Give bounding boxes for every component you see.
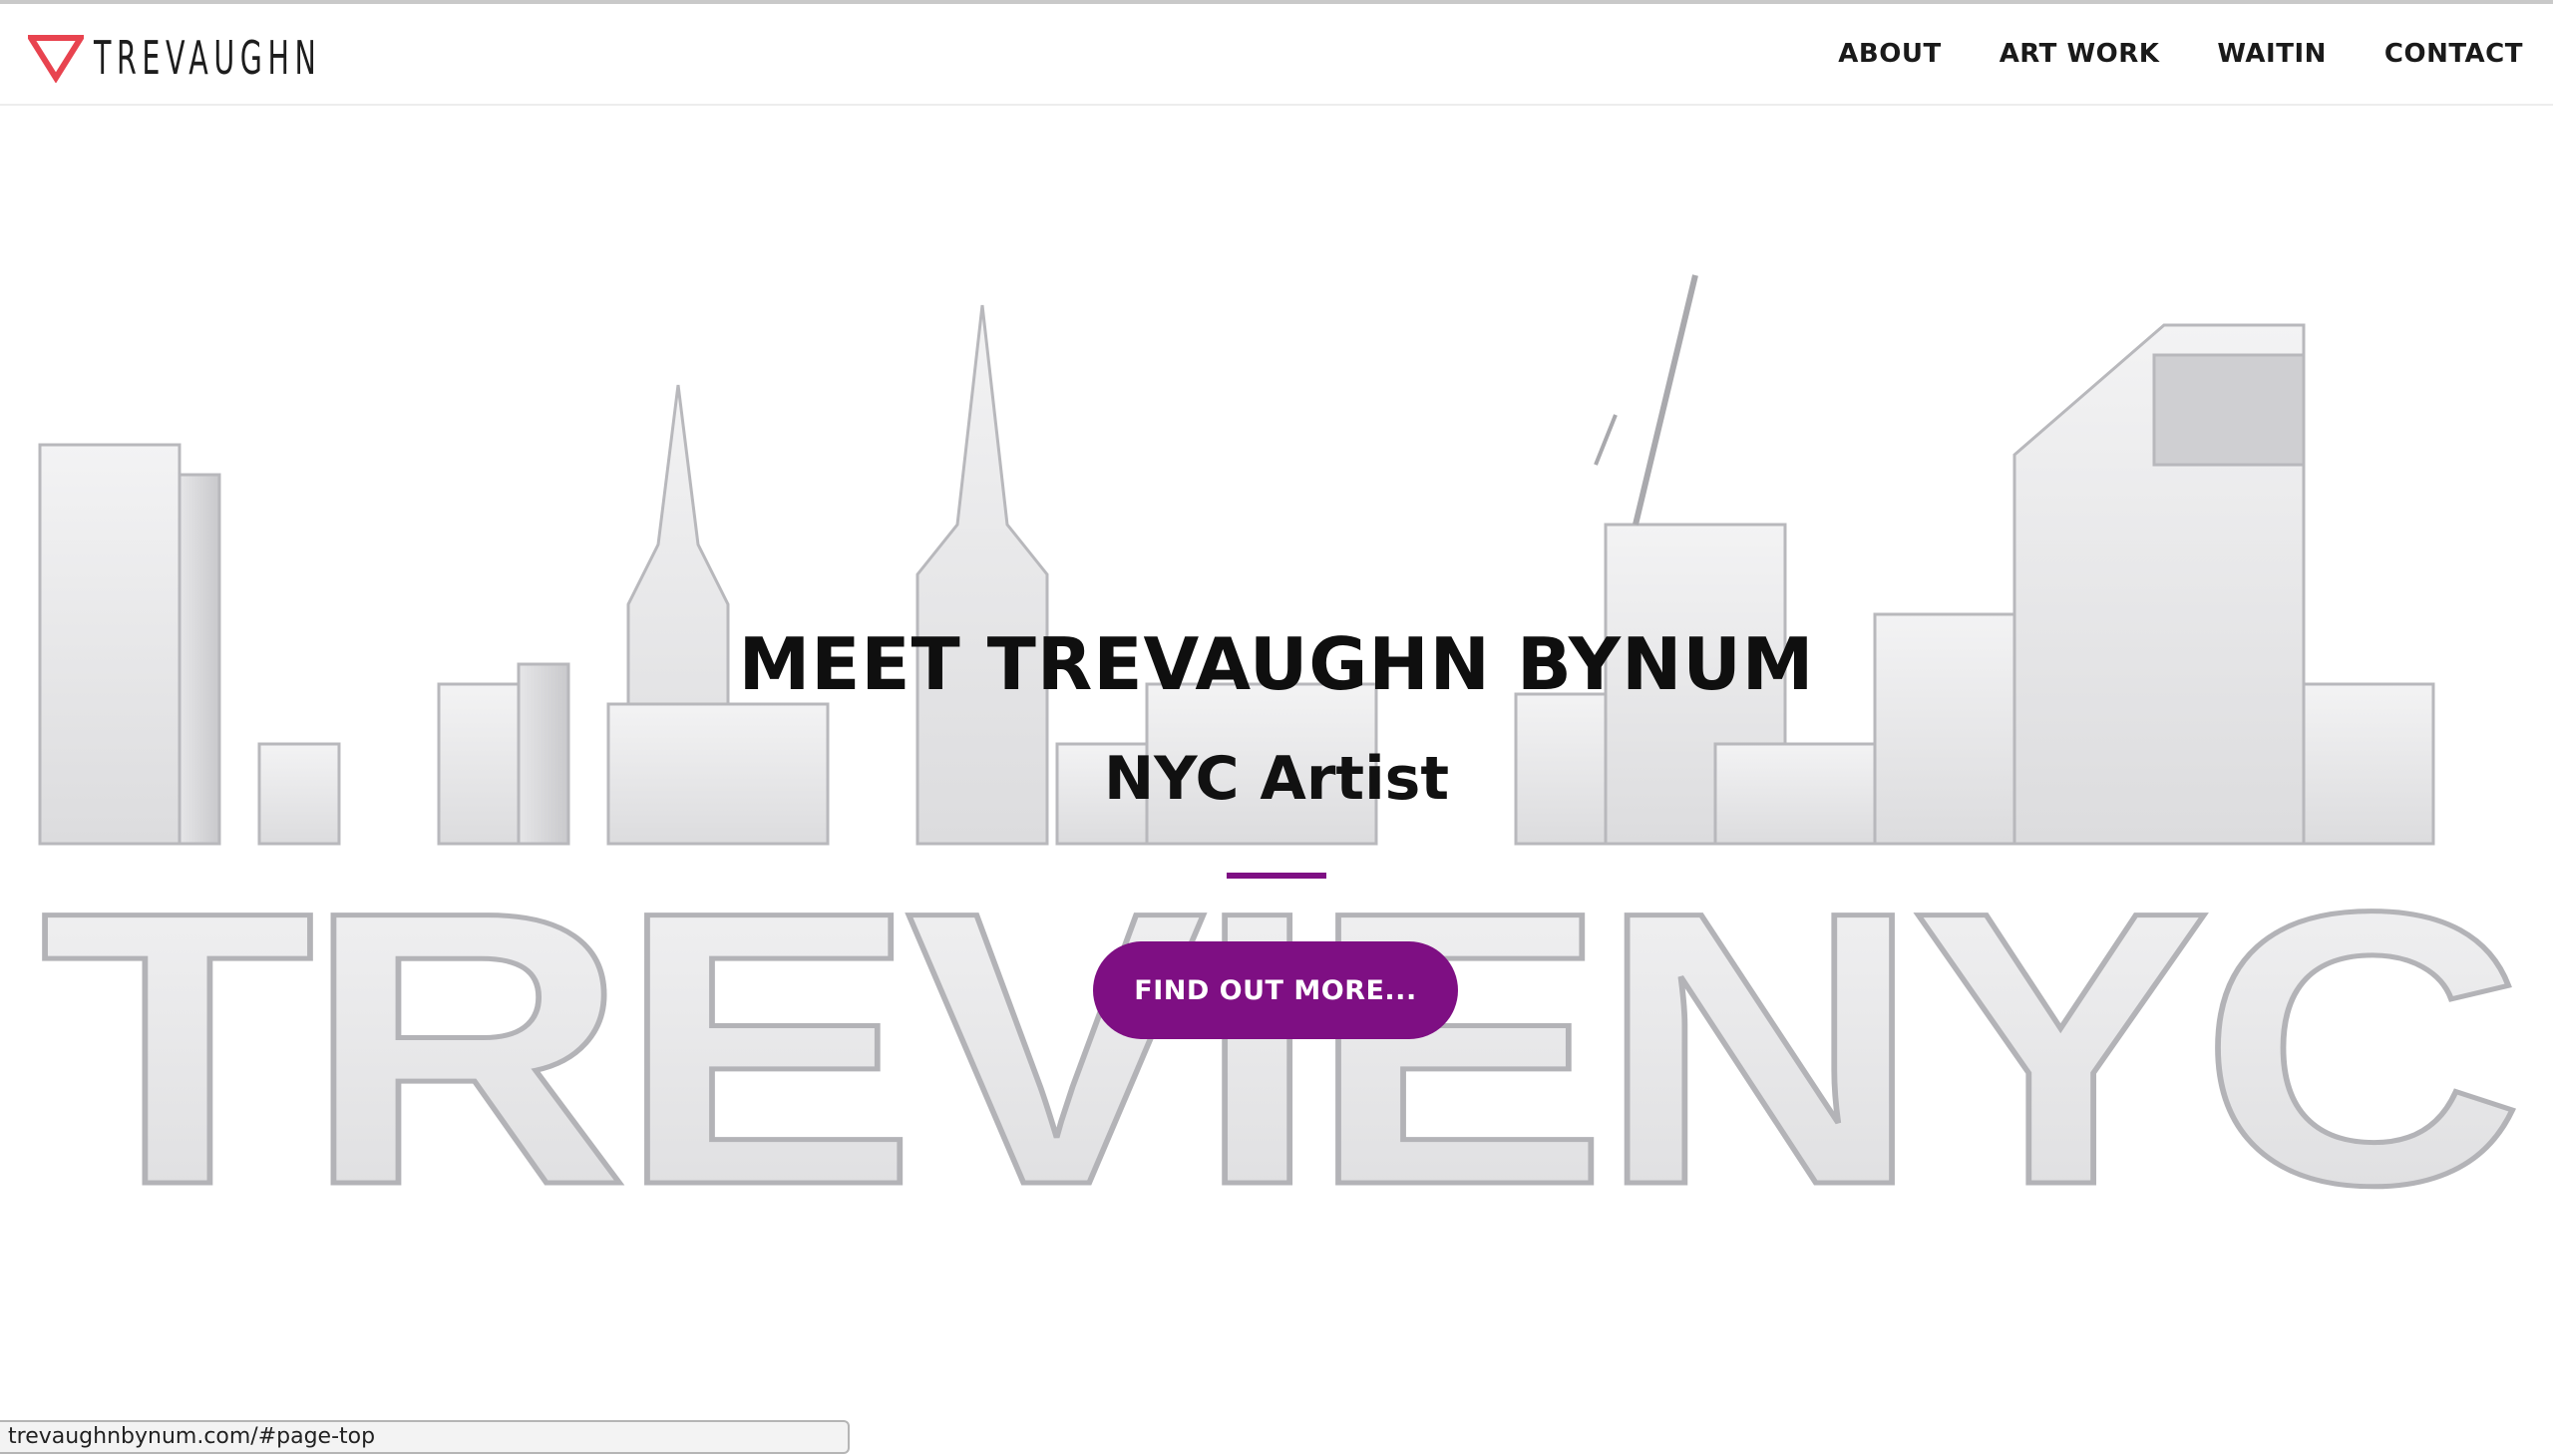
main-nav: ABOUT ART WORK WAITIN CONTACT <box>1780 4 2523 104</box>
hero-title: MEET TREVAUGHN BYNUM <box>738 622 1815 706</box>
browser-status-bar: trevaughnbynum.com/#page-top <box>0 1420 850 1454</box>
hero-subtitle: NYC Artist <box>1103 744 1450 814</box>
nav-item-waitin[interactable]: WAITIN <box>2217 39 2326 69</box>
nav-item-art-work[interactable]: ART WORK <box>2000 39 2160 69</box>
brand-logo-link[interactable]: TREVAUGHN <box>28 30 461 86</box>
triangle-logo-icon <box>28 35 84 83</box>
nav-item-about[interactable]: ABOUT <box>1838 39 1941 69</box>
skyline-lettering: TREVIENYC <box>40 831 2516 1266</box>
nav-item-contact[interactable]: CONTACT <box>2384 39 2523 69</box>
brand-name: TREVAUGHN <box>94 31 322 85</box>
find-out-more-button[interactable]: FIND OUT MORE... <box>1093 941 1458 1039</box>
hero-divider <box>1227 873 1326 879</box>
site-navbar: TREVAUGHN ABOUT ART WORK WAITIN CONTACT <box>0 4 2553 106</box>
hero-section: TREVIENYC MEET TREVAUGHN BYNUM NYC Artis… <box>0 106 2553 1422</box>
status-url: trevaughnbynum.com/#page-top <box>8 1424 376 1449</box>
